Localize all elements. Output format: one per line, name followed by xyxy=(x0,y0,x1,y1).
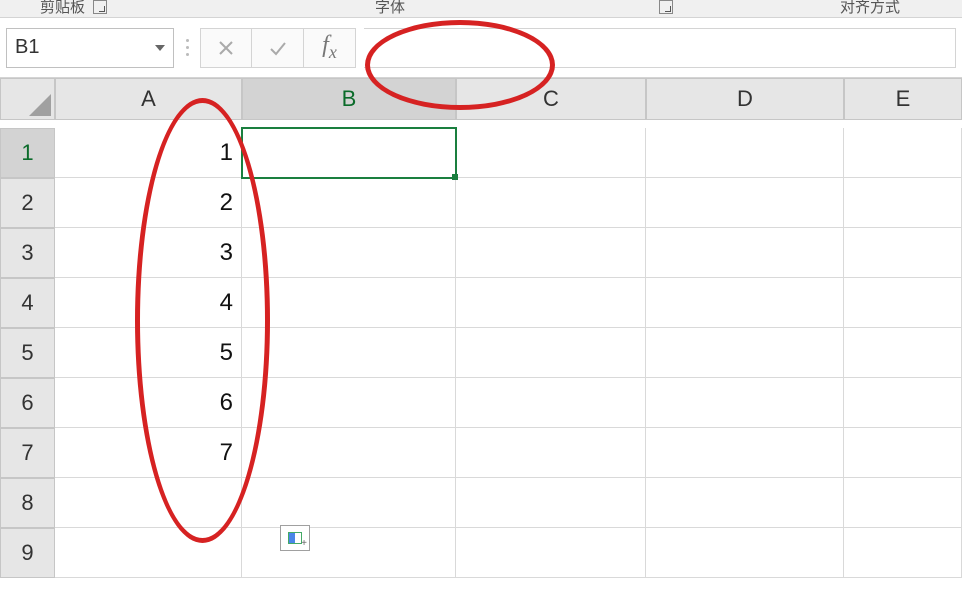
column-header-E[interactable]: E xyxy=(844,78,962,120)
insert-function-button[interactable]: fx xyxy=(304,28,356,68)
cell-B5[interactable] xyxy=(242,328,456,378)
cell-D1[interactable] xyxy=(646,128,844,178)
row-header-6[interactable]: 6 xyxy=(0,378,55,428)
separator-dots xyxy=(182,39,192,56)
dialog-launcher-icon[interactable] xyxy=(93,0,107,14)
cell-D7[interactable] xyxy=(646,428,844,478)
cell-E6[interactable] xyxy=(844,378,962,428)
cell-B9[interactable] xyxy=(242,528,456,578)
cell-C1[interactable] xyxy=(456,128,646,178)
cell-C6[interactable] xyxy=(456,378,646,428)
cell-A3[interactable]: 3 xyxy=(55,228,242,278)
cell-E3[interactable] xyxy=(844,228,962,278)
autofill-icon xyxy=(288,532,302,544)
cell-A8[interactable] xyxy=(55,478,242,528)
cell-D5[interactable] xyxy=(646,328,844,378)
formula-input[interactable] xyxy=(364,28,956,68)
cell-A9[interactable] xyxy=(55,528,242,578)
ribbon-group-alignment: 对齐方式 xyxy=(840,0,900,17)
name-box-value: B1 xyxy=(15,36,39,59)
cell-C4[interactable] xyxy=(456,278,646,328)
formula-bar-row: B1 fx xyxy=(0,18,962,78)
cell-C2[interactable] xyxy=(456,178,646,228)
cell-A6[interactable]: 6 xyxy=(55,378,242,428)
cell-C8[interactable] xyxy=(456,478,646,528)
cell-C9[interactable] xyxy=(456,528,646,578)
row-header-2[interactable]: 2 xyxy=(0,178,55,228)
cell-E1[interactable] xyxy=(844,128,962,178)
cell-B6[interactable] xyxy=(242,378,456,428)
column-header-A[interactable]: A xyxy=(55,78,242,120)
cell-D3[interactable] xyxy=(646,228,844,278)
cell-A1[interactable]: 1 xyxy=(55,128,242,178)
cell-D8[interactable] xyxy=(646,478,844,528)
cell-C5[interactable] xyxy=(456,328,646,378)
cell-E4[interactable] xyxy=(844,278,962,328)
confirm-edit-button xyxy=(252,28,304,68)
cell-D9[interactable] xyxy=(646,528,844,578)
cancel-edit-button xyxy=(200,28,252,68)
cell-B7[interactable] xyxy=(242,428,456,478)
cell-E8[interactable] xyxy=(844,478,962,528)
check-icon xyxy=(268,38,288,58)
chevron-down-icon[interactable] xyxy=(155,45,165,51)
cell-D4[interactable] xyxy=(646,278,844,328)
cell-A5[interactable]: 5 xyxy=(55,328,242,378)
cell-D2[interactable] xyxy=(646,178,844,228)
cell-B3[interactable] xyxy=(242,228,456,278)
cell-B4[interactable] xyxy=(242,278,456,328)
row-header-8[interactable]: 8 xyxy=(0,478,55,528)
column-header-B[interactable]: B xyxy=(242,78,456,120)
cell-A2[interactable]: 2 xyxy=(55,178,242,228)
ribbon-group-clipboard: 剪贴板 xyxy=(40,0,107,17)
ribbon-group-font: 字体 xyxy=(375,0,405,17)
cell-A4[interactable]: 4 xyxy=(55,278,242,328)
name-box[interactable]: B1 xyxy=(6,28,174,68)
plus-icon: + xyxy=(301,539,307,549)
spreadsheet-grid[interactable]: A B C D E 1 1 2 2 3 3 4 4 5 5 6 6 7 7 8 xyxy=(0,78,962,578)
row-header-7[interactable]: 7 xyxy=(0,428,55,478)
cell-E7[interactable] xyxy=(844,428,962,478)
formula-bar-buttons: fx xyxy=(200,28,356,68)
row-header-5[interactable]: 5 xyxy=(0,328,55,378)
cell-B8[interactable] xyxy=(242,478,456,528)
row-header-4[interactable]: 4 xyxy=(0,278,55,328)
row-header-9[interactable]: 9 xyxy=(0,528,55,578)
ribbon-group-labels: 剪贴板 字体 对齐方式 xyxy=(0,0,962,18)
row-header-3[interactable]: 3 xyxy=(0,228,55,278)
cell-D6[interactable] xyxy=(646,378,844,428)
cell-C3[interactable] xyxy=(456,228,646,278)
fx-icon: fx xyxy=(322,32,337,63)
cell-E5[interactable] xyxy=(844,328,962,378)
row-header-1[interactable]: 1 xyxy=(0,128,55,178)
cell-E2[interactable] xyxy=(844,178,962,228)
cell-B1[interactable] xyxy=(242,128,456,178)
column-header-C[interactable]: C xyxy=(456,78,646,120)
column-header-D[interactable]: D xyxy=(646,78,844,120)
dialog-launcher-icon[interactable] xyxy=(659,0,673,14)
cell-A7[interactable]: 7 xyxy=(55,428,242,478)
cell-B2[interactable] xyxy=(242,178,456,228)
x-icon xyxy=(217,39,235,57)
cell-E9[interactable] xyxy=(844,528,962,578)
cell-C7[interactable] xyxy=(456,428,646,478)
select-all-corner[interactable] xyxy=(0,78,55,120)
autofill-options-button[interactable]: + xyxy=(280,525,310,551)
